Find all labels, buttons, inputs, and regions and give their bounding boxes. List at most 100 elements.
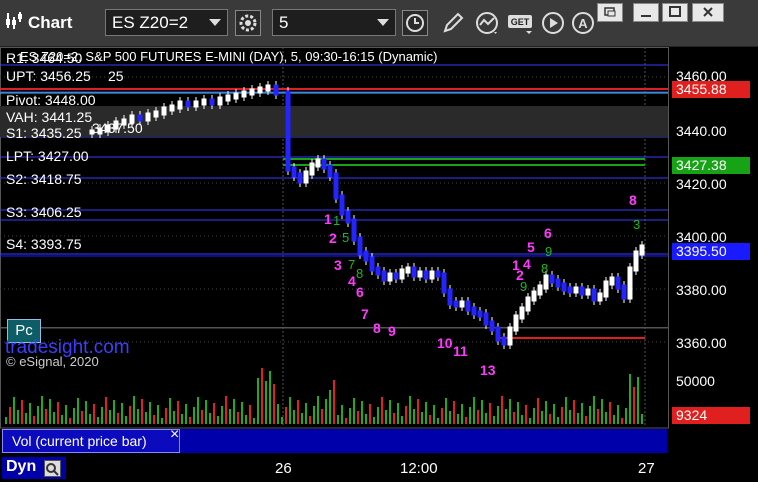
level-vah: VAH: 3441.25 [6,109,93,125]
volume-bar [257,378,259,424]
volume-bar [405,406,407,424]
level-upt-extra: 25 [108,68,124,84]
volume-bar [561,407,563,424]
volume-bar [21,400,23,424]
td-count-label: 7 [361,306,369,322]
volume-bar [189,417,191,424]
maximize-button[interactable] [662,3,688,22]
candle-body [265,84,271,92]
candle-body [387,272,393,282]
close-button[interactable] [692,3,724,22]
chart-canvas[interactable] [0,47,758,482]
level-s1-extra: 3437.50 [92,120,143,136]
volume-bar [585,416,587,424]
candle-body [321,158,327,170]
volume-bar [485,413,487,424]
volume-bar [305,403,307,424]
volume-bar [333,380,335,424]
volume-bar [529,418,531,424]
volume-bar [637,377,639,424]
volume-bar [269,371,271,424]
volume-bar [441,408,443,424]
volume-bar [521,415,523,424]
candle-body [633,250,639,272]
volume-bar [641,414,643,424]
level-s1: S1: 3435.25 [6,125,82,141]
volume-bar [309,416,311,424]
chart-window: Chart ES Z20=2 5 GET A ES Z20=2, S&P 500… [0,0,758,482]
candle-body [555,278,561,288]
td-count-label: 4 [348,273,356,289]
volume-bar [193,407,195,424]
volume-bar [33,416,35,424]
candle-body [315,158,321,168]
volume-bar [569,410,571,424]
study-curve-icon[interactable] [474,10,500,36]
price-tag-green: 3427.38 [672,157,750,174]
candle-body [249,88,255,96]
td-count-label: 6 [356,284,364,300]
volume-bar [493,416,495,424]
indicator-close-icon[interactable]: × [170,426,179,444]
td-setup-label: 9 [520,279,528,294]
price-chart[interactable]: ES Z20=2, S&P 500 FUTURES E-MINI (DAY), … [0,47,758,482]
candle-body [309,162,315,176]
level-r1: R1: 3464.50 [6,50,83,66]
volume-bar [377,407,379,424]
volume-bar [349,408,351,424]
volume-value-tag: 9324 [672,407,750,424]
volume-bar [245,415,247,424]
volume-bar [345,418,347,424]
volume-bar [457,414,459,424]
volume-bar [277,404,279,424]
volume-bar [337,415,339,424]
candle-body [615,276,621,290]
restore-button[interactable] [597,3,623,22]
volume-bar [317,396,319,424]
volume-bar [609,402,611,424]
symbol-selector[interactable]: ES Z20=2 [105,9,228,36]
volume-axis-label: 50000 [676,373,715,389]
time-axis-label: 26 [275,460,292,477]
volume-bar [357,411,359,424]
volume-bar [425,402,427,424]
volume-bar [329,390,331,424]
maximize-icon [669,6,681,17]
candle-body [585,288,591,296]
volume-bar [321,409,323,424]
volume-bar [421,412,423,424]
volume-bar [605,412,607,424]
candle-body [573,286,579,294]
alert-a-icon[interactable]: A [570,10,596,36]
watermark-copyright: © eSignal, 2020 [6,354,99,369]
settings-gear-icon[interactable] [235,10,261,36]
interval-selector[interactable]: 5 [272,9,396,36]
minimize-button[interactable] [633,3,659,22]
candle-body [513,314,519,332]
candle-body [525,296,531,312]
clock-icon[interactable] [402,10,428,36]
volume-bar [89,414,91,424]
volume-bar [577,413,579,424]
volume-bar [133,396,135,424]
td-count-label: 6 [544,225,552,241]
candle-body [639,244,645,256]
volume-bar [517,402,519,424]
play-icon[interactable] [540,10,566,36]
lock-link-icon[interactable] [44,460,61,477]
volume-bar [13,397,15,424]
get-data-icon[interactable]: GET [506,10,536,36]
td-setup-label: 8 [541,261,549,276]
candle-body [483,312,489,326]
td-setup-label: 8 [356,266,364,281]
volume-bar [153,415,155,424]
candle-body [381,270,387,282]
candle-body [153,110,159,118]
volume-bar [401,416,403,424]
level-s4: S4: 3393.75 [6,236,82,252]
volume-bar [57,402,59,424]
volume-bar [381,397,383,424]
candle-body [303,170,309,184]
td-count-label: 2 [329,230,337,246]
pencil-draw-icon[interactable] [440,10,466,36]
